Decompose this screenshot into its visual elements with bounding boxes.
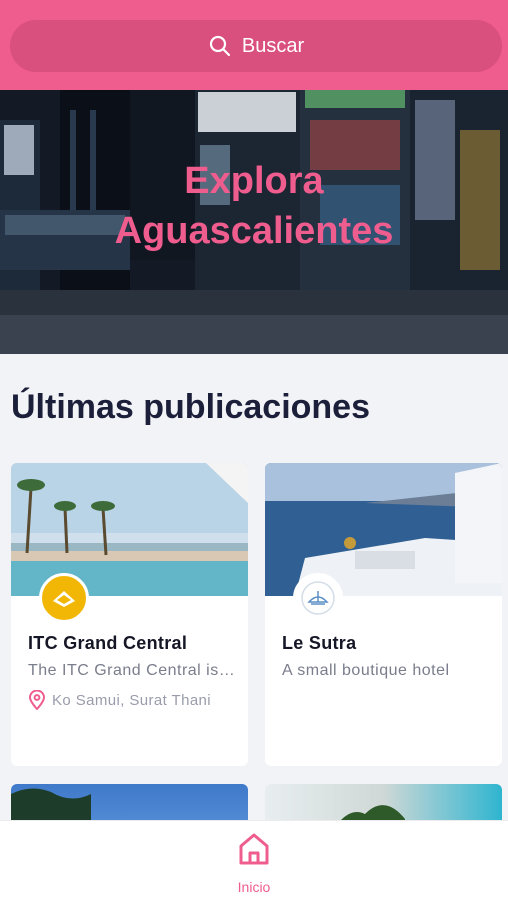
listing-location: Ko Samui, Surat Thani (28, 690, 238, 710)
listing-card[interactable]: ITC Grand Central The ITC Grand Central … (11, 463, 248, 766)
listing-name: ITC Grand Central (28, 633, 188, 653)
listing-description: A small boutique hotel (282, 662, 450, 679)
home-icon (239, 833, 269, 865)
listing-location-text: Ko Samui, Surat Thani (52, 691, 212, 709)
search-button[interactable]: Buscar (10, 20, 502, 72)
listing-photo (11, 463, 248, 596)
bottom-navigation: Inicio (0, 820, 508, 900)
top-bar: Buscar (0, 0, 508, 90)
nav-home-label: Inicio (237, 879, 271, 895)
search-icon (209, 35, 230, 57)
hero-banner: Explora Aguascalientes (0, 90, 508, 354)
location-pin-icon (28, 690, 46, 710)
section-title: Últimas publicaciones (11, 388, 370, 426)
search-label: Buscar (241, 34, 305, 57)
listing-logo (293, 573, 343, 623)
nav-home[interactable]: Inicio (222, 831, 286, 897)
listing-logo (39, 573, 89, 623)
listing-photo (265, 463, 502, 596)
hero-title-line2: Aguascalientes (114, 210, 394, 252)
listing-name: Le Sutra (282, 633, 357, 653)
hero-title-line1: Explora (184, 160, 324, 202)
listing-description: The ITC Grand Central is a luxury hotel (28, 662, 238, 679)
hero-title: Explora Aguascalientes (0, 156, 508, 256)
listing-card[interactable]: Le Sutra A small boutique hotel (265, 463, 502, 766)
